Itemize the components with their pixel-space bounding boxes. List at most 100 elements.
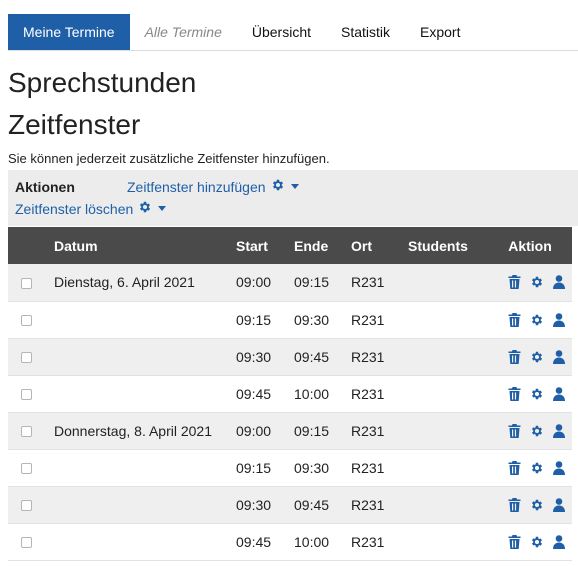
add-timeslot-label: Zeitfenster hinzufügen	[127, 178, 266, 195]
trash-icon[interactable]	[508, 349, 521, 364]
row-checkbox[interactable]	[21, 315, 32, 327]
row-checkbox[interactable]	[21, 426, 32, 438]
cell-ort: R231	[351, 422, 385, 439]
cell-ende: 09:30	[294, 311, 330, 328]
row-checkbox[interactable]	[21, 278, 32, 290]
user-icon[interactable]	[552, 275, 565, 290]
cell-ende: 10:00	[294, 533, 330, 550]
cell-start: 09:30	[236, 348, 272, 365]
cell-ort: R231	[351, 274, 385, 291]
row-checkbox[interactable]	[21, 463, 32, 475]
gear-icon[interactable]	[530, 350, 544, 364]
cell-start: 09:15	[236, 459, 272, 476]
cell-students	[408, 375, 488, 412]
page-title: Sprechstunden	[8, 67, 197, 98]
trash-icon[interactable]	[508, 312, 521, 327]
cell-start: 09:15	[236, 311, 272, 328]
cell-students	[408, 338, 488, 375]
cell-start: 09:00	[236, 274, 272, 291]
header-start[interactable]: Start	[236, 227, 294, 264]
cell-students	[408, 301, 488, 338]
gear-icon[interactable]	[530, 461, 544, 475]
caret-down-icon	[290, 184, 299, 189]
cell-students	[408, 449, 488, 486]
table-row: Dienstag, 6. April 2021 09:00 09:15 R231	[8, 264, 572, 301]
gear-icon[interactable]	[530, 387, 544, 401]
row-checkbox[interactable]	[21, 537, 32, 549]
actions-toolbar: Aktionen Zeitfenster hinzufügen Zeitfens…	[8, 170, 578, 226]
delete-timeslot-menu[interactable]: Zeitfenster löschen	[15, 200, 167, 217]
cell-datum	[54, 375, 236, 412]
table-row: 09:45 10:00 R231	[8, 523, 572, 560]
cell-ort: R231	[351, 348, 385, 365]
cell-students	[408, 264, 488, 301]
table-row: 09:15 09:30 R231	[8, 301, 572, 338]
delete-timeslot-label: Zeitfenster löschen	[15, 200, 134, 217]
cell-ort: R231	[351, 533, 385, 550]
trash-icon[interactable]	[508, 423, 521, 438]
cell-ende: 09:15	[294, 274, 330, 291]
cell-aktion	[488, 449, 572, 486]
table-header-row: Datum Start Ende Ort Students Aktion	[8, 227, 572, 264]
user-icon[interactable]	[552, 534, 565, 549]
gear-icon[interactable]	[530, 535, 544, 549]
header-aktion: Aktion	[508, 237, 552, 254]
header-select	[8, 227, 54, 264]
cell-aktion	[488, 412, 572, 449]
cell-students	[408, 486, 488, 523]
row-checkbox[interactable]	[21, 389, 32, 401]
table-row: 09:15 09:30 R231	[8, 449, 572, 486]
gear-icon[interactable]	[530, 498, 544, 512]
gear-icon[interactable]	[530, 313, 544, 327]
cell-ende: 10:00	[294, 385, 330, 402]
cell-ende: 09:45	[294, 496, 330, 513]
cell-datum	[54, 523, 236, 560]
tab-meine-termine[interactable]: Meine Termine	[8, 14, 130, 50]
cell-ende: 09:30	[294, 459, 330, 476]
cell-start: 09:00	[236, 422, 272, 439]
user-icon[interactable]	[552, 460, 565, 475]
tab-uebersicht[interactable]: Übersicht	[237, 14, 326, 50]
trash-icon[interactable]	[508, 497, 521, 512]
cell-datum	[54, 338, 236, 375]
trash-icon[interactable]	[508, 386, 521, 401]
table-row: 09:30 09:45 R231	[8, 338, 572, 375]
user-icon[interactable]	[552, 349, 565, 364]
cell-start: 09:45	[236, 533, 272, 550]
cell-aktion	[488, 486, 572, 523]
user-icon[interactable]	[552, 423, 565, 438]
timeslot-table: Datum Start Ende Ort Students Aktion Die…	[8, 227, 572, 561]
cell-start: 09:45	[236, 385, 272, 402]
cell-ort: R231	[351, 496, 385, 513]
table-row: 09:30 09:45 R231	[8, 486, 572, 523]
user-icon[interactable]	[552, 386, 565, 401]
cell-datum	[54, 301, 236, 338]
gear-icon	[138, 200, 152, 217]
header-datum[interactable]: Datum	[54, 227, 236, 264]
header-students[interactable]: Students	[408, 227, 488, 264]
gear-icon[interactable]	[530, 424, 544, 438]
tab-statistik[interactable]: Statistik	[326, 14, 405, 50]
cell-datum	[54, 486, 236, 523]
add-timeslot-menu[interactable]: Zeitfenster hinzufügen	[127, 178, 299, 195]
header-ort[interactable]: Ort	[351, 227, 408, 264]
trash-icon[interactable]	[508, 275, 521, 290]
trash-icon[interactable]	[508, 534, 521, 549]
tab-alle-termine[interactable]: Alle Termine	[130, 14, 237, 50]
row-checkbox[interactable]	[21, 352, 32, 364]
tab-bar: Meine Termine Alle Termine Übersicht Sta…	[8, 14, 578, 51]
gear-icon[interactable]	[530, 275, 544, 289]
cell-ort: R231	[351, 311, 385, 328]
header-ende[interactable]: Ende	[294, 227, 351, 264]
trash-icon[interactable]	[508, 460, 521, 475]
user-icon[interactable]	[552, 497, 565, 512]
cell-aktion	[488, 375, 572, 412]
user-icon[interactable]	[552, 312, 565, 327]
cell-datum: Donnerstag, 8. April 2021	[54, 422, 212, 439]
caret-down-icon	[158, 206, 167, 211]
tab-export[interactable]: Export	[405, 14, 475, 50]
intro-text: Sie können jederzeit zusätzliche Zeitfen…	[8, 151, 330, 166]
cell-aktion	[488, 301, 572, 338]
row-checkbox[interactable]	[21, 500, 32, 512]
cell-datum: Dienstag, 6. April 2021	[54, 274, 195, 291]
